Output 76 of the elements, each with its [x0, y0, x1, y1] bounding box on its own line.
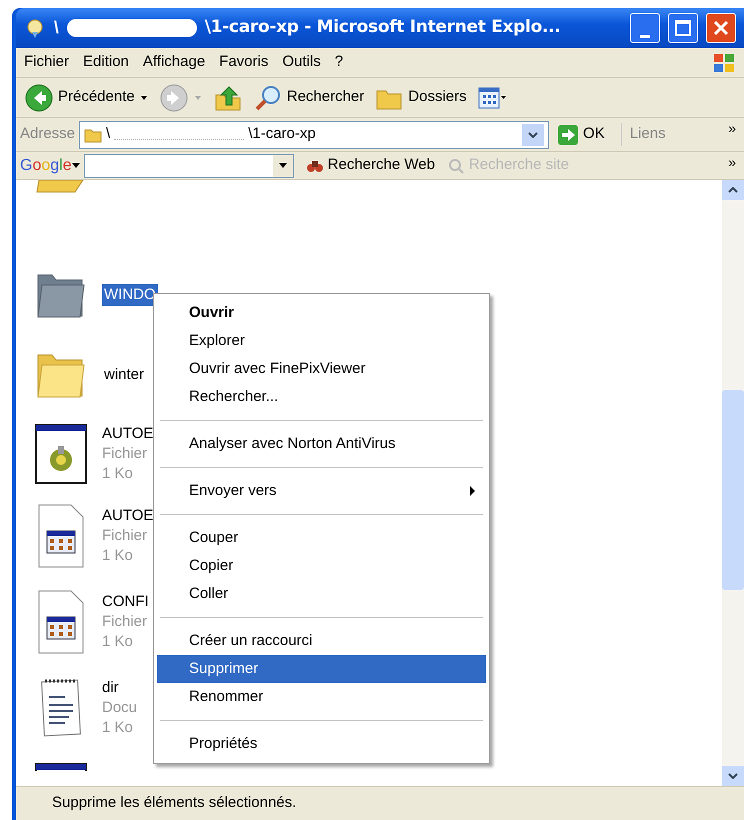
- address-text: \: [106, 124, 110, 144]
- file-type: Docu: [102, 698, 138, 718]
- context-menu-item[interactable]: Ouvrir avec FinePixViewer: [157, 355, 486, 383]
- file-size: 1 Ko: [102, 632, 134, 652]
- dropdown-button[interactable]: [272, 154, 293, 176]
- caret-icon: [728, 187, 738, 193]
- more-chevron[interactable]: »: [728, 118, 740, 139]
- close-button[interactable]: [706, 13, 736, 43]
- views-icon: [476, 84, 507, 110]
- google-search-field[interactable]: [84, 154, 294, 178]
- maximize-button[interactable]: [668, 13, 698, 43]
- minimize-button[interactable]: [630, 13, 660, 43]
- file-name[interactable]: AUTOE: [102, 506, 154, 526]
- context-menu-item[interactable]: Supprimer: [157, 655, 486, 683]
- menu-item[interactable]: Edition: [83, 51, 129, 74]
- file-size: 1 Ko: [102, 546, 134, 566]
- google-menu-button[interactable]: Google: [20, 154, 80, 178]
- document-icon[interactable]: [37, 589, 85, 655]
- scroll-up-button[interactable]: [722, 180, 744, 200]
- address-label: Adresse: [20, 124, 76, 144]
- menu-item[interactable]: ?: [334, 51, 344, 74]
- site-search-icon: [446, 156, 465, 174]
- window-title: \1-caro-xp - Microsoft Internet Explo...: [204, 16, 562, 40]
- status-text: Supprime les éléments sélectionnés.: [52, 793, 296, 814]
- dropdown-button[interactable]: [522, 124, 544, 146]
- file-type: Fichier: [102, 444, 148, 464]
- application-icon[interactable]: [35, 424, 87, 484]
- windows-flag-icon: [712, 52, 736, 74]
- context-menu-item[interactable]: Créer un raccourci: [157, 627, 486, 655]
- file-name[interactable]: WINDO: [102, 284, 158, 306]
- caret-icon: [278, 162, 287, 168]
- google-search-button[interactable]: Recherche Web: [306, 154, 435, 177]
- dropdown-caret-icon: [138, 94, 149, 100]
- document-icon[interactable]: [37, 503, 85, 569]
- forward-button[interactable]: [158, 82, 203, 112]
- views-button[interactable]: [476, 84, 507, 110]
- context-menu-item[interactable]: Propriétés: [157, 730, 486, 758]
- menu-item[interactable]: Outils: [282, 51, 321, 74]
- context-menu-item[interactable]: Couper: [157, 524, 486, 552]
- application-icon[interactable]: [35, 763, 87, 771]
- scroll-down-button[interactable]: [722, 766, 744, 786]
- menu-item[interactable]: Favoris: [219, 51, 268, 74]
- file-name[interactable]: CONFI: [102, 592, 149, 612]
- search-button[interactable]: Rechercher: [252, 82, 364, 112]
- file-type: Fichier: [102, 612, 148, 632]
- scrollbar[interactable]: [722, 180, 744, 786]
- submenu-arrow-icon: [470, 486, 476, 496]
- caret-icon: [528, 132, 538, 138]
- file-type: Fichier: [102, 526, 148, 546]
- address-text: \1-caro-xp: [248, 124, 317, 144]
- file-size: 1 Ko: [102, 718, 134, 738]
- file-name[interactable]: dir: [102, 678, 138, 698]
- context-menu-item[interactable]: Explorer: [157, 327, 486, 355]
- menu-item[interactable]: Fichier: [24, 51, 70, 74]
- dropdown-caret-icon: [192, 94, 203, 100]
- file-name[interactable]: winter: [102, 364, 146, 386]
- context-menu-item[interactable]: Renommer: [157, 683, 486, 711]
- window-title: \: [54, 17, 59, 40]
- close-icon: [713, 20, 729, 36]
- context-menu-item[interactable]: Ouvrir: [157, 299, 486, 327]
- back-button[interactable]: Précédente: [24, 82, 149, 112]
- caret-icon: [728, 773, 738, 779]
- context-menu-item[interactable]: Envoyer vers: [157, 477, 486, 505]
- go-button[interactable]: OK: [557, 123, 605, 146]
- context-menu-item[interactable]: Rechercher...: [157, 383, 486, 411]
- folders-button[interactable]: Dossiers: [374, 82, 467, 112]
- context-menu-item[interactable]: Copier: [157, 552, 486, 580]
- context-menu-item[interactable]: Coller: [157, 580, 486, 608]
- context-menu-item[interactable]: Analyser avec Norton AntiVirus: [157, 430, 486, 458]
- address-field[interactable]: \ \1-caro-xp: [79, 120, 550, 148]
- menu-item[interactable]: Affichage: [142, 51, 206, 74]
- caret-icon: [72, 162, 80, 168]
- more-chevron[interactable]: »: [728, 152, 740, 173]
- file-name[interactable]: AUTOE: [102, 424, 154, 444]
- scroll-thumb[interactable]: [722, 390, 744, 590]
- file-size: 1 Ko: [102, 464, 134, 484]
